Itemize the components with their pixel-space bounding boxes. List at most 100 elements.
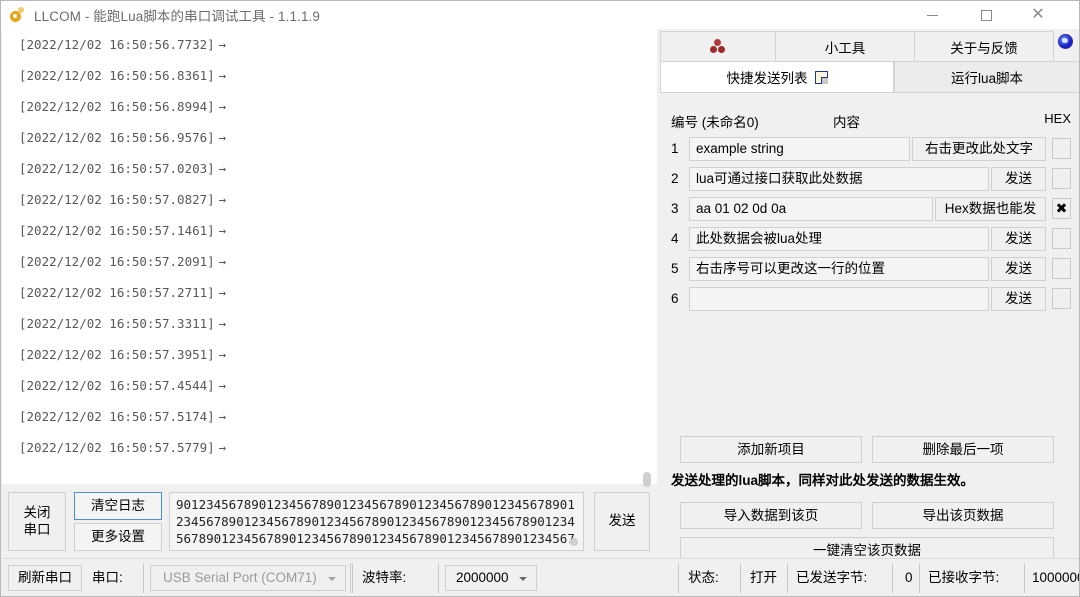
send-input[interactable]: 9012345678901234567890123456789012345678…: [169, 492, 584, 551]
row-send-button[interactable]: 发送: [991, 227, 1046, 251]
row-number[interactable]: 1: [671, 136, 685, 162]
divider: [678, 563, 679, 593]
log-line: [2022/12/02 16:50:57.5174] →: [2, 401, 657, 432]
row-hex-checkbox[interactable]: ✖: [1052, 198, 1071, 219]
tab-lua[interactable]: [660, 31, 776, 61]
row-hex-checkbox[interactable]: [1052, 228, 1071, 249]
row-value-input[interactable]: example string: [689, 137, 910, 161]
note-icon: [814, 70, 828, 84]
close-button[interactable]: ✕: [1015, 1, 1061, 29]
title-bar: LLCOM - 能跑Lua脚本的串口调试工具 - 1.1.1.9 ✕: [1, 1, 1079, 29]
log-timestamp: [2022/12/02 16:50:57.4544]: [19, 378, 215, 393]
row-hex-checkbox[interactable]: [1052, 288, 1071, 309]
send-input-value: 9012345678901234567890123456789012345678…: [176, 497, 575, 550]
row-number[interactable]: 5: [671, 256, 685, 282]
tab-quick-send-list[interactable]: 快捷发送列表: [660, 61, 894, 93]
quick-send-row: 6 发送: [671, 286, 1071, 312]
tab-run-lua-script[interactable]: 运行lua脚本: [894, 61, 1079, 93]
direction-arrow-icon: →: [218, 130, 227, 145]
row-hex-checkbox[interactable]: [1052, 138, 1071, 159]
refresh-ports-button[interactable]: 刷新串口: [8, 565, 82, 591]
more-settings-button[interactable]: 更多设置: [74, 523, 162, 551]
clear-log-button[interactable]: 清空日志: [74, 492, 162, 520]
delete-last-button[interactable]: 删除最后一项: [872, 436, 1054, 463]
divider: [1024, 563, 1025, 593]
log-line-list: [2022/12/02 16:50:56.7732] → [2022/12/02 1…: [2, 29, 657, 463]
globe-icon[interactable]: [1058, 34, 1073, 49]
divider: [143, 563, 144, 593]
tab-about[interactable]: 关于与反馈: [914, 31, 1054, 61]
row-send-button[interactable]: 发送: [991, 287, 1046, 311]
quick-send-row: 2 lua可通过接口获取此处数据 发送: [671, 166, 1071, 192]
port-select[interactable]: USB Serial Port (COM71): [150, 565, 346, 591]
log-line: [2022/12/02 16:50:57.5779] →: [2, 432, 657, 463]
maximize-button[interactable]: [963, 1, 1009, 29]
add-item-button[interactable]: 添加新项目: [680, 436, 862, 463]
row-value-input[interactable]: aa 01 02 0d 0a: [689, 197, 933, 221]
log-line: [2022/12/02 16:50:56.8994] →: [2, 91, 657, 122]
direction-arrow-icon: →: [218, 37, 227, 52]
log-line: [2022/12/02 16:50:57.3951] →: [2, 339, 657, 370]
send-button[interactable]: 发送: [594, 492, 650, 551]
log-line: [2022/12/02 16:50:56.9576] →: [2, 122, 657, 153]
lua-notice-text: 发送处理的lua脚本，同样对此处发送的数据生效。: [671, 473, 975, 488]
row-number[interactable]: 4: [671, 226, 685, 252]
divider: [352, 563, 353, 593]
status-bar: 刷新串口 串口: USB Serial Port (COM71) 波特率: 20…: [2, 558, 1080, 596]
port-select-value: USB Serial Port (COM71): [163, 570, 317, 585]
minimize-icon: [926, 14, 938, 16]
log-line: [2022/12/02 16:50:57.3311] →: [2, 308, 657, 339]
direction-arrow-icon: →: [218, 192, 227, 207]
row-hex-checkbox[interactable]: [1052, 168, 1071, 189]
status-value: 打开: [750, 570, 777, 585]
llcom-window: LLCOM - 能跑Lua脚本的串口调试工具 - 1.1.1.9 ✕ [2022…: [0, 0, 1080, 597]
window-title: LLCOM - 能跑Lua脚本的串口调试工具 - 1.1.1.9: [34, 9, 321, 24]
row-send-button[interactable]: 发送: [991, 167, 1046, 191]
row-send-button[interactable]: 发送: [991, 257, 1046, 281]
received-bytes-value: 1000000: [1032, 570, 1080, 585]
log-timestamp: [2022/12/02 16:50:57.5779]: [19, 440, 215, 455]
log-line: [2022/12/02 16:50:57.4544] →: [2, 370, 657, 401]
import-to-page-button[interactable]: 导入数据到该页: [680, 502, 862, 529]
log-timestamp: [2022/12/02 16:50:56.9576]: [19, 130, 215, 145]
direction-arrow-icon: →: [218, 161, 227, 176]
llcom-logo-icon: [10, 7, 26, 23]
log-line: [2022/12/02 16:50:57.0203] →: [2, 153, 657, 184]
row-number[interactable]: 2: [671, 166, 685, 192]
log-output-pane[interactable]: [2022/12/02 16:50:56.7732] → [2022/12/02 1…: [2, 29, 657, 484]
baud-select-value: 2000000: [456, 570, 509, 585]
row-value-input[interactable]: [689, 287, 989, 311]
send-area: 关闭 串口 清空日志 更多设置 901234567890123456789012…: [2, 488, 657, 557]
direction-arrow-icon: →: [218, 347, 227, 362]
row-value-input[interactable]: 此处数据会被lua处理: [689, 227, 989, 251]
direction-arrow-icon: →: [218, 378, 227, 393]
row-send-button[interactable]: 右击更改此处文字: [912, 137, 1046, 161]
baud-select[interactable]: 2000000: [445, 565, 537, 591]
chevron-down-icon: [328, 577, 336, 581]
row-send-button[interactable]: Hex数据也能发: [935, 197, 1046, 221]
tab-tools[interactable]: 小工具: [775, 31, 915, 61]
row-number[interactable]: 6: [671, 286, 685, 312]
send-input-scrollbar-thumb[interactable]: [570, 538, 578, 546]
row-value-input[interactable]: 右击序号可以更改这一行的位置: [689, 257, 989, 281]
lua-logo-icon: [710, 39, 726, 54]
log-timestamp: [2022/12/02 16:50:56.8361]: [19, 68, 215, 83]
row-hex-checkbox[interactable]: [1052, 258, 1071, 279]
close-port-button[interactable]: 关闭 串口: [8, 492, 66, 551]
log-timestamp: [2022/12/02 16:50:57.3951]: [19, 347, 215, 362]
direction-arrow-icon: →: [218, 440, 227, 455]
quick-send-panel: 编号 (未命名0) 内容 HEX 1 example string 右击更改此处文字…: [660, 92, 1079, 596]
log-line: [2022/12/02 16:50:57.1461] →: [2, 215, 657, 246]
log-timestamp: [2022/12/02 16:50:57.0827]: [19, 192, 215, 207]
row-number[interactable]: 3: [671, 196, 685, 222]
log-timestamp: [2022/12/02 16:50:57.0203]: [19, 161, 215, 176]
log-timestamp: [2022/12/02 16:50:57.1461]: [19, 223, 215, 238]
divider: [438, 563, 439, 593]
divider: [740, 563, 741, 593]
log-scrollbar-thumb[interactable]: [643, 472, 651, 487]
direction-arrow-icon: →: [218, 68, 227, 83]
minimize-button[interactable]: [909, 1, 955, 29]
export-page-button[interactable]: 导出该页数据: [872, 502, 1054, 529]
row-value-input[interactable]: lua可通过接口获取此处数据: [689, 167, 989, 191]
received-bytes-label: 已接收字节:: [928, 570, 1000, 585]
